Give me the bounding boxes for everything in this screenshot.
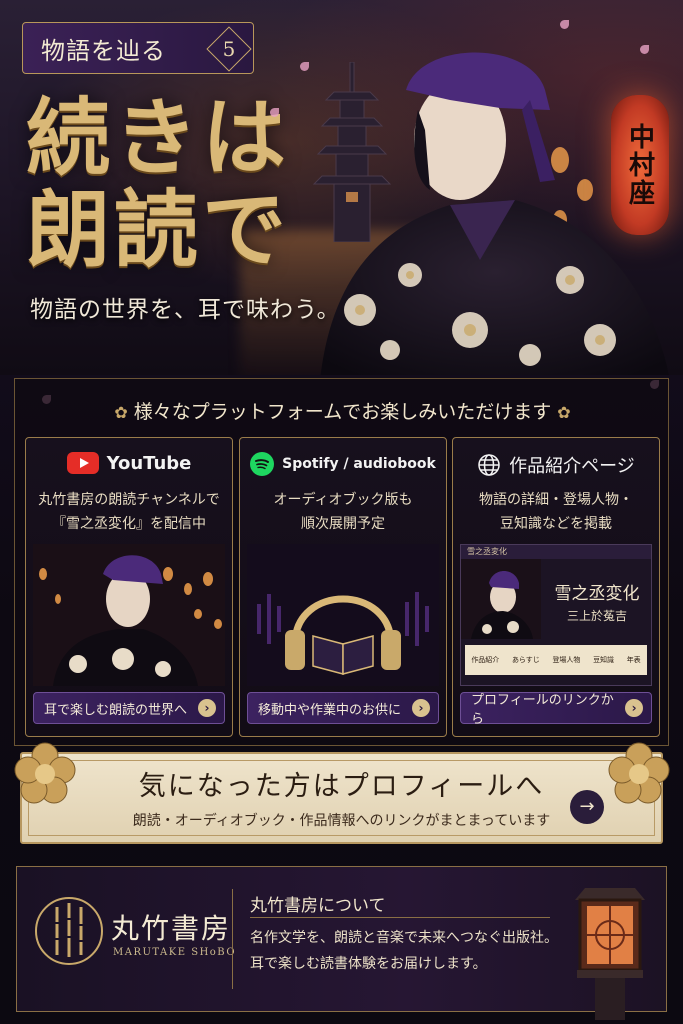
website-title-text: 作品紹介ページ — [509, 456, 635, 477]
preview-tab: 年表 — [626, 656, 641, 664]
chevron-right-icon: › — [412, 699, 430, 717]
spotify-card[interactable]: Spotify / audiobook オーディオブック版も 順次展開予定 移動… — [239, 437, 447, 737]
chevron-right-icon: › — [625, 699, 643, 717]
platforms-section: ✿ 様々なプラットフォームでお楽しみいただけます ✿ YouTube 丸竹書房の朗読… — [14, 378, 669, 746]
youtube-desc-line-2: 『雪之丞変化』を配信中 — [52, 516, 206, 532]
flower-ornament-icon: ✿ — [557, 403, 571, 422]
website-card-title: 作品紹介ページ — [453, 452, 659, 478]
about-divider — [250, 917, 550, 918]
website-preview: 雪之丞変化 雪之丞変化 三上於菟吉 作品紹介 あらすじ 登場人物 豆知識 年表 — [460, 544, 652, 686]
hero-section: 中村座 物語を辿る 5 続きは 朗読で 物語の世界を、耳で味わう。 — [0, 0, 683, 375]
youtube-card-description: 丸竹書房の朗読チャンネルで 『雪之丞変化』を配信中 — [26, 488, 232, 536]
headline: 続きは 朗読で — [26, 92, 326, 276]
globe-icon — [478, 454, 500, 476]
preview-tab: あらすじ — [511, 656, 540, 664]
spotify-icon — [250, 452, 275, 476]
badge-number: 5 — [222, 37, 236, 61]
website-card[interactable]: 作品紹介ページ 物語の詳細・登場人物・ 豆知識などを掲載 雪之丞変化 雪之丞変化… — [452, 437, 660, 737]
youtube-icon — [66, 452, 99, 474]
spotify-desc-line-2: 順次展開予定 — [301, 516, 385, 532]
preview-actor-image — [461, 559, 541, 639]
headphones-book-illustration — [247, 544, 439, 686]
youtube-card-title: YouTube — [26, 452, 232, 474]
brand-name: 丸竹書房 — [111, 912, 232, 945]
about-text: 名作文学を、朗読と音楽で未来へつなぐ出版社。 耳で楽しむ読書体験をお届けします。 — [250, 925, 558, 977]
preview-tabs: 作品紹介 あらすじ 登場人物 豆知識 年表 — [465, 645, 647, 675]
platforms-heading-text: 様々なプラットフォームでお楽しみいただけます — [133, 401, 552, 423]
arrow-right-icon[interactable]: → — [570, 790, 604, 824]
petal — [560, 20, 569, 29]
about-line-2: 耳で楽しむ読書体験をお届けします。 — [250, 956, 487, 972]
website-card-description: 物語の詳細・登場人物・ 豆知識などを掲載 — [453, 488, 659, 536]
petal — [300, 62, 309, 71]
badge-label: 物語を辿る — [41, 36, 166, 65]
hero-subcopy: 物語の世界を、耳で味わう。 — [30, 297, 341, 323]
flower-ornament-icon: ✿ — [114, 403, 128, 422]
preview-author: 三上於菟吉 — [566, 609, 627, 623]
poster: 中村座 物語を辿る 5 続きは 朗読で 物語の世界を、耳で味わう。 ✿ 様々なプ… — [0, 0, 683, 1024]
platforms-heading: ✿ 様々なプラットフォームでお楽しみいただけます ✿ — [15, 397, 670, 424]
petal — [270, 108, 279, 117]
youtube-thumbnail — [33, 544, 225, 686]
spotify-card-description: オーディオブック版も 順次展開予定 — [240, 488, 446, 536]
youtube-title-text: YouTube — [106, 452, 192, 474]
youtube-desc-line-1: 丸竹書房の朗読チャンネルで — [38, 492, 220, 508]
about-line-1: 名作文学を、朗読と音楽で未来へつなぐ出版社。 — [250, 930, 558, 946]
bamboo-logo-icon — [35, 897, 103, 965]
petal — [640, 45, 649, 54]
spotify-title-text: Spotify / audiobook — [282, 456, 436, 472]
banner-title: 気になった方はプロフィールへ — [138, 771, 545, 802]
kabuki-actor-illustration — [320, 52, 669, 375]
chevron-right-icon: › — [198, 699, 216, 717]
preview-tab: 豆知識 — [593, 656, 615, 664]
preview-tab: 作品紹介 — [471, 656, 500, 664]
headline-line-1: 続きは — [26, 88, 291, 187]
preview-site-label: 雪之丞変化 — [461, 545, 651, 559]
website-cta-label: プロフィールのリンクから — [471, 693, 614, 727]
badge-number-diamond: 5 — [206, 26, 252, 72]
story-badge: 物語を辿る 5 — [22, 22, 254, 74]
preview-tab: 登場人物 — [552, 656, 581, 664]
spotify-cta-button[interactable]: 移動中や作業中のお供に › — [247, 692, 439, 724]
youtube-cta-label: 耳で楽しむ朗読の世界へ — [44, 702, 188, 718]
youtube-cta-button[interactable]: 耳で楽しむ朗読の世界へ › — [33, 692, 225, 724]
profile-banner[interactable]: 気になった方はプロフィールへ 朗読・オーディオブック・作品情報へのリンクがまとま… — [20, 752, 663, 844]
footer-divider — [232, 889, 233, 989]
gold-peony-icon — [14, 742, 76, 804]
spotify-cta-label: 移動中や作業中のお供に — [258, 702, 402, 718]
gold-peony-icon — [608, 742, 670, 804]
spotify-card-title: Spotify / audiobook — [240, 452, 446, 476]
lantern-icon — [575, 888, 645, 1020]
headline-line-2: 朗読で — [26, 180, 291, 279]
preview-title: 雪之丞変化 — [554, 584, 640, 604]
about-title: 丸竹書房について — [250, 896, 386, 916]
brand-roman: MARUTAKE SHoBO — [113, 947, 237, 958]
website-cta-button[interactable]: プロフィールのリンクから › — [460, 692, 652, 727]
website-desc-line-1: 物語の詳細・登場人物・ — [479, 492, 633, 508]
website-desc-line-2: 豆知識などを掲載 — [500, 516, 612, 532]
spotify-desc-line-1: オーディオブック版も — [273, 492, 413, 508]
banner-subtitle: 朗読・オーディオブック・作品情報へのリンクがまとまっています — [132, 813, 551, 829]
youtube-card[interactable]: YouTube 丸竹書房の朗読チャンネルで 『雪之丞変化』を配信中 耳で楽しむ朗… — [25, 437, 233, 737]
